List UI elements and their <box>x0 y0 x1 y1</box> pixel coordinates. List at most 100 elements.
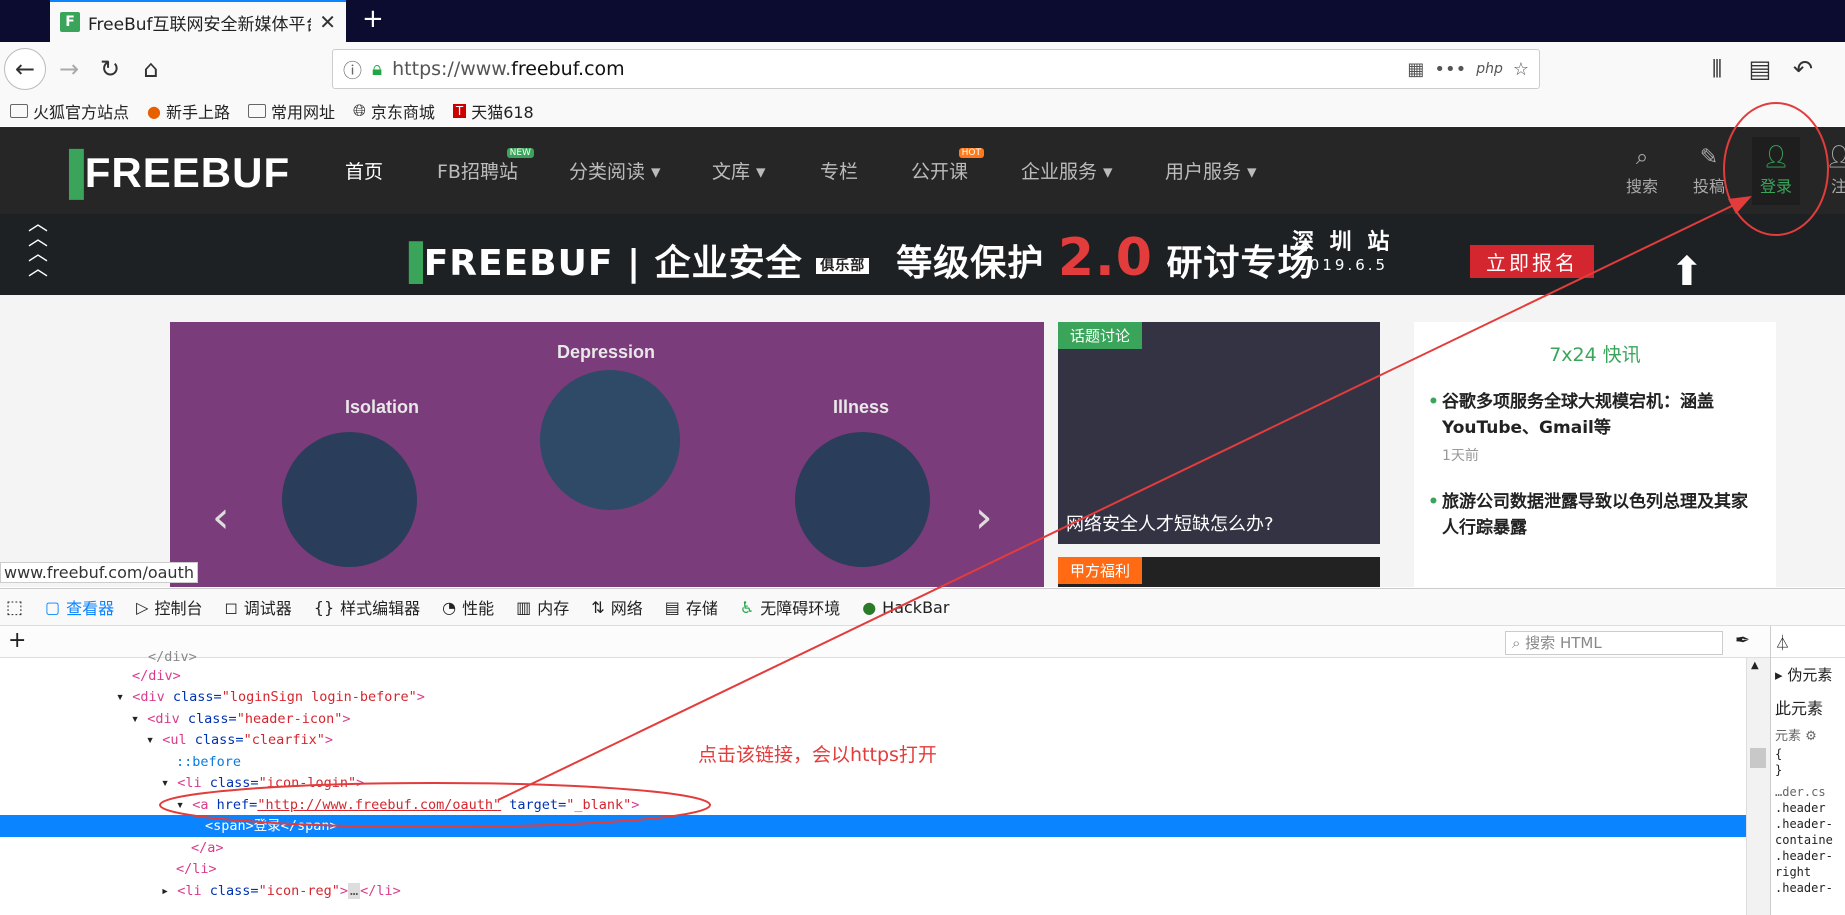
search-button[interactable]: ⌕ 搜索 <box>1618 145 1666 197</box>
tab-bar: F FreeBuf互联网安全新媒体平台 ✕ + <box>0 0 1845 42</box>
pseudo-elements-toggle[interactable]: ▸ 伪元素 <box>1771 658 1845 691</box>
tree-line[interactable]: </a> <box>191 837 224 859</box>
url-text[interactable]: https://www.freebuf.com <box>392 58 1397 80</box>
tab-memory[interactable]: ▥ 内存 <box>516 595 569 619</box>
login-button[interactable]: 👤︎ 登录 <box>1752 137 1800 205</box>
library-icon[interactable]: ⫴ <box>1700 52 1734 86</box>
news-item[interactable]: 谷歌多项服务全球大规模宕机：涵盖YouTube、Gmail等 1天前 <box>1428 389 1762 465</box>
menu-open-class[interactable]: 公开课 HOT <box>911 148 985 184</box>
undo-icon[interactable]: ↶ <box>1786 52 1820 86</box>
new-badge: NEW <box>506 148 534 158</box>
submit-article-button[interactable]: ✎ 投稿 <box>1685 145 1733 197</box>
user-icon: 👤︎ <box>1762 145 1790 170</box>
lock-icon: 🔒︎ <box>372 58 383 80</box>
tree-line-anchor[interactable]: ▾ <a href="http://www.freebuf.com/oauth"… <box>176 794 639 816</box>
sidebar-icon[interactable]: ▤ <box>1743 52 1777 86</box>
markup-tree[interactable]: </div> </div> ▾ <div class="loginSign lo… <box>0 649 1746 915</box>
home-button[interactable]: ⌂ <box>134 52 168 86</box>
bookmark-tmall[interactable]: T 天猫618 <box>452 99 534 123</box>
back-button[interactable]: ← <box>4 48 46 90</box>
bookmark-star-icon[interactable]: ☆ <box>1513 59 1529 80</box>
link-status-bar: www.freebuf.com/oauth <box>0 562 198 583</box>
freebuf-logo[interactable]: ▐FREEBUF <box>54 149 290 197</box>
tree-line[interactable]: ::before <box>176 751 241 773</box>
user-icon: 👤︎ <box>1825 145 1845 170</box>
bookmark-jd[interactable]: 🌐︎ 京东商城 <box>353 99 435 123</box>
filter-icon[interactable]: ⏃ <box>1771 626 1845 658</box>
element-rule-label: 元素 ⚙ <box>1775 729 1817 744</box>
folder-icon <box>248 104 266 118</box>
menu-enterprise[interactable]: 企业服务 ▾ <box>1021 157 1113 184</box>
tab-inspector[interactable]: ▢ 查看器 <box>45 595 114 619</box>
tab-accessibility[interactable]: ♿︎ 无障碍环境 <box>740 595 840 619</box>
tab-network[interactable]: ⇅ 网络 <box>591 595 642 619</box>
browser-tab[interactable]: F FreeBuf互联网安全新媒体平台 ✕ <box>50 0 346 42</box>
news-item[interactable]: 旅游公司数据泄露导致以色列总理及其家人行踪暴露 <box>1428 489 1762 541</box>
carousel-prev-icon[interactable]: ‹ <box>212 492 230 543</box>
tree-line[interactable]: </li> <box>176 858 217 880</box>
close-tab-icon[interactable]: ✕ <box>319 10 336 34</box>
folder-icon <box>10 104 28 118</box>
perks-card[interactable]: 甲方福利 <box>1058 557 1380 587</box>
devtools-tabs: ⬚ ▢ 查看器 ▷ 控制台 ◻ 调试器 {} 样式编辑器 ◔ 性能 ▥ 内存 ⇅ 网络 ▤ 存储… <box>0 588 1845 626</box>
accessibility-icon: ♿︎ <box>739 597 755 617</box>
topic-card[interactable]: 话题讨论 网络安全人才短缺怎么办? <box>1058 322 1380 544</box>
info-icon[interactable]: ⓘ <box>343 56 362 83</box>
bookmark-firefox-official[interactable]: 火狐官方站点 <box>10 99 129 123</box>
element-picker-icon[interactable]: ⬚ <box>6 597 23 618</box>
tree-line[interactable]: ▾ <li class="icon-login"> <box>161 772 364 794</box>
tab-debugger[interactable]: ◻ 调试器 <box>224 595 291 619</box>
tab-storage[interactable]: ▤ 存储 <box>665 595 718 619</box>
register-now-button[interactable]: 立即报名 <box>1470 245 1594 278</box>
firefox-icon: ● <box>147 101 161 121</box>
eyedropper-icon[interactable]: ✒ <box>1735 630 1750 651</box>
event-banner[interactable]: ︿ ︿ ︿ ︿ ▐FREEBUF | 企业安全 俱乐部 等级保护 2.0 研讨专场 深… <box>0 214 1845 295</box>
carousel-next-icon[interactable]: › <box>975 492 993 543</box>
isolation-illustration <box>282 432 417 567</box>
menu-columns[interactable]: 专栏 <box>820 157 858 184</box>
news-title: 7x24 快讯 <box>1549 344 1641 366</box>
website-viewport: ▐FREEBUF 首页 FB招聘站 NEW 分类阅读 ▾ 文库 ▾ 专栏 公开课 H… <box>0 127 1845 587</box>
tab-hackbar[interactable]: ● HackBar <box>862 598 949 617</box>
tmall-icon: T <box>452 104 467 118</box>
menu-jobs[interactable]: FB招聘站 NEW <box>437 148 534 184</box>
address-bar[interactable]: ⓘ 🔒︎ https://www.freebuf.com ▦ ••• php ☆ <box>332 49 1540 89</box>
scroll-up-icon[interactable]: ▲ <box>1751 660 1759 671</box>
bookmarks-toolbar: 火狐官方站点 ● 新手上路 常用网址 🌐︎ 京东商城 T 天猫618 <box>0 96 1845 126</box>
markup-scrollbar[interactable]: ▲ <box>1746 658 1770 915</box>
tab-style-editor[interactable]: {} 样式编辑器 <box>314 595 420 619</box>
add-node-icon[interactable]: + <box>8 628 26 653</box>
tree-line[interactable]: ▾ <div class="header-icon"> <box>131 708 351 730</box>
qr-code-icon[interactable]: ▦ <box>1407 59 1424 80</box>
globe-icon: 🌐︎ <box>353 101 366 120</box>
forward-button[interactable]: → <box>52 52 86 86</box>
menu-library[interactable]: 文库 ▾ <box>712 157 766 184</box>
search-html-input[interactable]: ⌕ 搜索 HTML <box>1505 631 1723 655</box>
menu-categories[interactable]: 分类阅读 ▾ <box>569 157 661 184</box>
network-icon: ⇅ <box>591 597 605 617</box>
tree-line[interactable]: ▾ <div class="loginSign login-before"> <box>116 686 425 708</box>
bookmark-getting-started[interactable]: ● 新手上路 <box>147 99 230 123</box>
tree-line[interactable]: ▸ <li class="icon-reg">… </li> <box>161 880 401 902</box>
tab-performance[interactable]: ◔ 性能 <box>442 595 494 619</box>
menu-home[interactable]: 首页 <box>345 157 383 184</box>
storage-icon: ▤ <box>664 597 680 617</box>
hero-carousel[interactable]: Isolation Depression Illness ‹ › <box>170 322 1044 587</box>
reload-button[interactable]: ↻ <box>93 52 127 86</box>
menu-user-services[interactable]: 用户服务 ▾ <box>1165 157 1257 184</box>
selected-node-row[interactable]: <span>登录</span> <box>0 815 1746 837</box>
hero-label-illness: Illness <box>833 397 890 417</box>
tree-line[interactable]: </div> <box>132 665 181 687</box>
banner-city: 深 圳 站 2019.6.5 <box>1292 230 1394 274</box>
topic-caption: 网络安全人才短缺怎么办? <box>1066 514 1274 535</box>
php-extension-icon[interactable]: php <box>1476 61 1503 77</box>
register-button[interactable]: 👤︎ 注 <box>1815 145 1845 197</box>
braces-icon: {} <box>313 597 335 617</box>
debugger-icon: ◻ <box>224 597 238 617</box>
page-actions-button[interactable]: ••• <box>1434 59 1466 80</box>
bookmark-common-sites[interactable]: 常用网址 <box>248 99 335 123</box>
tree-line[interactable]: ▾ <ul class="clearfix"> <box>146 729 333 751</box>
new-tab-button[interactable]: + <box>362 4 384 34</box>
tab-console[interactable]: ▷ 控制台 <box>136 595 202 619</box>
scroll-thumb[interactable] <box>1750 748 1766 768</box>
